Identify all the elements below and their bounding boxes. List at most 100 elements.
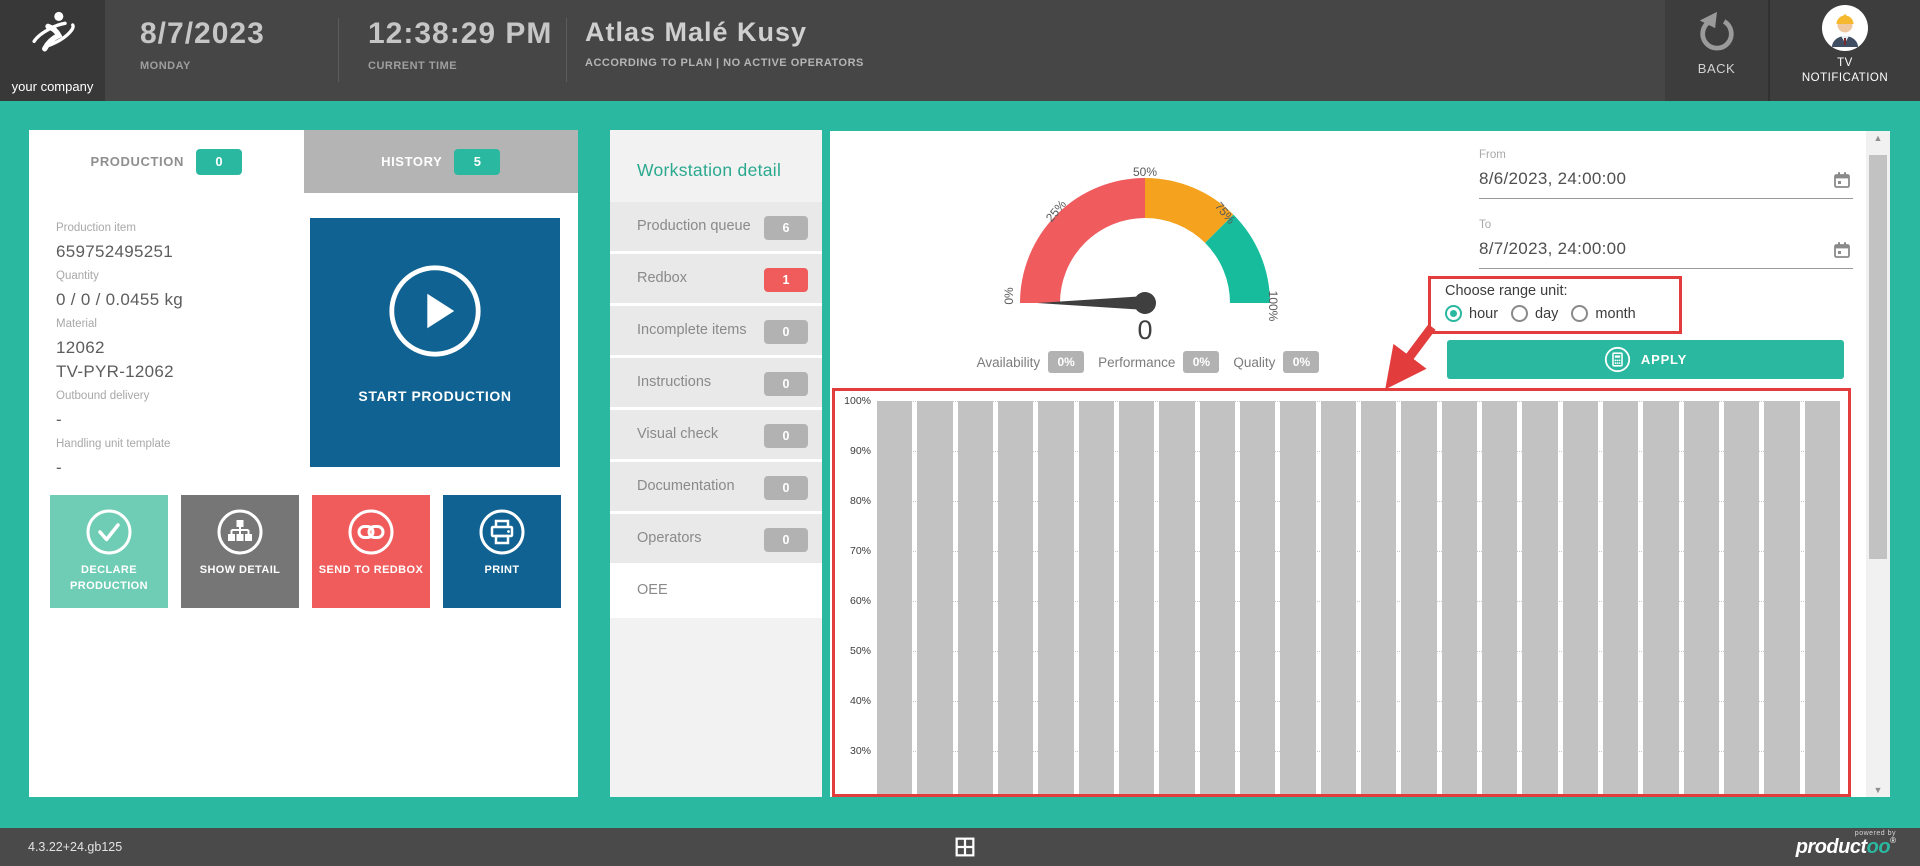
bar (1724, 401, 1759, 794)
annotation-arrow (1370, 319, 1450, 405)
vertical-scrollbar: ▲ ▼ (1866, 131, 1890, 797)
scrollbar-up-arrow[interactable]: ▲ (1866, 133, 1890, 143)
send-to-redbox-button[interactable]: SEND TO REDBOX (312, 495, 430, 608)
oee-chart-annotation-box: 100%90%80%70%60%50%40%30%20% (832, 388, 1851, 797)
kpi-value-performance: 0% (1183, 351, 1219, 373)
bar (1240, 401, 1275, 794)
print-button[interactable]: PRINT (443, 495, 561, 608)
apply-button[interactable]: APPLY (1447, 340, 1844, 379)
workstation-item-incomplete-items[interactable]: Incomplete items0 (610, 306, 822, 358)
from-date-field[interactable]: From 8/6/2023, 24:00:00 (1479, 149, 1853, 199)
workstation-item-badge: 0 (764, 476, 808, 500)
bar (1038, 401, 1073, 794)
y-tick: 70% (839, 545, 871, 557)
workstation-item-label: Instructions (637, 374, 711, 390)
current-time: 12:38:29 PM (368, 17, 552, 51)
bar (998, 401, 1033, 794)
field-value: TV-PYR-12062 (56, 360, 306, 384)
workstation-detail-title: Workstation detail (637, 160, 781, 181)
y-tick: 20% (839, 795, 871, 797)
workstation-item-label: Visual check (637, 426, 718, 442)
action-label: SEND TO REDBOX (312, 563, 430, 579)
bar (1119, 401, 1154, 794)
field-value: 12062 (56, 336, 306, 360)
header-separator (566, 18, 567, 82)
workstation-item-visual-check[interactable]: Visual check0 (610, 410, 822, 462)
back-button[interactable]: BACK (1665, 0, 1768, 101)
scrollbar-down-arrow[interactable]: ▼ (1866, 785, 1890, 795)
tab-production-badge: 0 (196, 149, 242, 175)
workstation-item-production-queue[interactable]: Production queue6 (610, 202, 822, 254)
oee-panel: 0% 25% 50% 75% 100% 0 Availability0%Perf… (830, 131, 1890, 797)
tv-notification-button[interactable]: TV NOTIFICATION (1770, 0, 1920, 101)
radio-circle-day (1511, 305, 1528, 322)
tab-production[interactable]: PRODUCTION 0 (29, 130, 304, 193)
apply-label: APPLY (1641, 352, 1687, 367)
workstation-item-oee[interactable]: OEE (610, 566, 822, 618)
workstation-item-operators[interactable]: Operators0 (610, 514, 822, 566)
workstation-item-label: Operators (637, 530, 701, 546)
show-detail-button[interactable]: SHOW DETAIL (181, 495, 299, 608)
current-time-label: CURRENT TIME (368, 60, 552, 72)
workstation-item-badge: 6 (764, 216, 808, 240)
to-date-field[interactable]: To 8/7/2023, 24:00:00 (1479, 219, 1853, 269)
radio-month[interactable]: month (1571, 305, 1635, 322)
bar (1280, 401, 1315, 794)
declare-production-button[interactable]: DECLARE PRODUCTION (50, 495, 168, 608)
bar (1482, 401, 1517, 794)
bar (958, 401, 993, 794)
y-tick: 30% (839, 745, 871, 757)
operator-avatar (1822, 5, 1868, 51)
start-production-button[interactable]: START PRODUCTION (310, 218, 560, 467)
y-tick: 60% (839, 595, 871, 607)
link-circle-icon (347, 508, 395, 561)
company-name: your company (0, 79, 105, 94)
field-label: Material (56, 312, 306, 336)
printer-circle-icon (478, 508, 526, 561)
workstation-detail-panel: Workstation detail Production queue6Redb… (610, 130, 822, 797)
radio-hour[interactable]: hour (1445, 305, 1498, 322)
to-value: 8/7/2023, 24:00:00 (1479, 239, 1853, 259)
from-value: 8/6/2023, 24:00:00 (1479, 169, 1853, 189)
calendar-icon[interactable] (1833, 241, 1851, 264)
production-actions: DECLARE PRODUCTIONSHOW DETAIL SEND TO RED… (50, 495, 561, 610)
kpi-label-quality: Quality (1233, 355, 1275, 370)
notification-label-1: TV (1770, 56, 1920, 71)
field-label: Production item (56, 216, 306, 240)
bar (1764, 401, 1799, 794)
workstation-item-documentation[interactable]: Documentation0 (610, 462, 822, 514)
y-tick: 50% (839, 645, 871, 657)
bar (1159, 401, 1194, 794)
back-label: BACK (1665, 61, 1768, 76)
radio-label-day: day (1535, 306, 1558, 322)
bar (1522, 401, 1557, 794)
kpi-value-availability: 0% (1048, 351, 1084, 373)
field-value: 0 / 0 / 0.0455 kg (56, 288, 306, 312)
calendar-icon[interactable] (1833, 171, 1851, 194)
workstation-item-instructions[interactable]: Instructions0 (610, 358, 822, 410)
bar (1442, 401, 1477, 794)
radio-day[interactable]: day (1511, 305, 1558, 322)
grid-icon[interactable] (955, 837, 975, 862)
workstation-item-redbox[interactable]: Redbox1 (610, 254, 822, 306)
tab-history[interactable]: HISTORY 5 (304, 130, 579, 193)
station-status: ACCORDING TO PLAN | NO ACTIVE OPERATORS (585, 57, 864, 69)
field-value: - (56, 456, 306, 480)
y-tick: 100% (839, 395, 871, 407)
range-unit-label: Choose range unit: (1445, 283, 1679, 299)
production-fields: Production item659752495251Quantity0 / 0… (56, 216, 306, 480)
scrollbar-thumb[interactable] (1869, 155, 1887, 559)
productoo-logo: powered by productoo® (1796, 830, 1896, 857)
production-panel: PRODUCTION 0 HISTORY 5 Production item65… (29, 130, 578, 797)
chart-bars (877, 401, 1840, 794)
workstation-detail-list: Production queue6Redbox1Incomplete items… (610, 202, 822, 618)
radio-circle-month (1571, 305, 1588, 322)
bar (917, 401, 952, 794)
kpi-label-availability: Availability (977, 355, 1041, 370)
header-separator (338, 18, 339, 82)
gauge-tick-50: 50% (1115, 165, 1175, 179)
field-label: Quantity (56, 264, 306, 288)
y-tick: 90% (839, 445, 871, 457)
oee-kpis: Availability0%Performance0%Quality0% (830, 351, 1460, 373)
header-bar: your company 8/7/2023 MONDAY 12:38:29 PM… (0, 0, 1920, 101)
